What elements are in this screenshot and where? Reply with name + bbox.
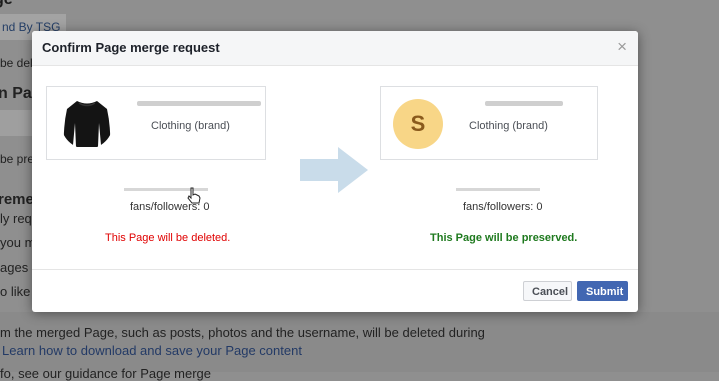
bg-heading: reme (0, 191, 34, 208)
cancel-button[interactable]: Cancel (523, 281, 572, 301)
preserve-status: This Page will be preserved. (430, 232, 578, 244)
merge-dialog: Confirm Page merge request × Clothing (b… (32, 31, 638, 312)
sweater-image (63, 101, 111, 147)
page-card-preserved: S Clothing (brand) (380, 86, 598, 160)
bg-heading: ge (0, 0, 13, 9)
avatar: S (393, 99, 443, 149)
page-name-redacted (485, 101, 563, 106)
page-card-deleted: Clothing (brand) (46, 86, 266, 160)
arrow-right-icon (300, 147, 368, 193)
page-category: Clothing (brand) (151, 120, 230, 132)
page-category: Clothing (brand) (469, 120, 548, 132)
bg-text: m the merged Page, such as posts, photos… (0, 325, 485, 340)
close-icon[interactable]: × (617, 38, 627, 55)
bg-heading: n Pa (0, 85, 32, 102)
dialog-footer: Cancel Submit (32, 269, 638, 312)
bg-learn-link[interactable]: Learn how to download and save your Page… (2, 343, 302, 358)
bg-text: you m (0, 235, 36, 250)
bg-band (0, 312, 719, 372)
dialog-title: Confirm Page merge request (42, 40, 220, 55)
bg-text: fo, see our guidance for Page merge (0, 366, 212, 381)
submit-button[interactable]: Submit (577, 281, 628, 301)
page-name-redacted (137, 101, 261, 106)
avatar (61, 97, 113, 149)
delete-status: This Page will be deleted. (105, 232, 231, 244)
dialog-header: Confirm Page merge request × (32, 31, 638, 66)
bg-band (0, 110, 34, 136)
fans-count: fans/followers: 0 (463, 201, 543, 213)
hand-cursor-icon (187, 187, 201, 204)
page-username-redacted (456, 188, 540, 191)
